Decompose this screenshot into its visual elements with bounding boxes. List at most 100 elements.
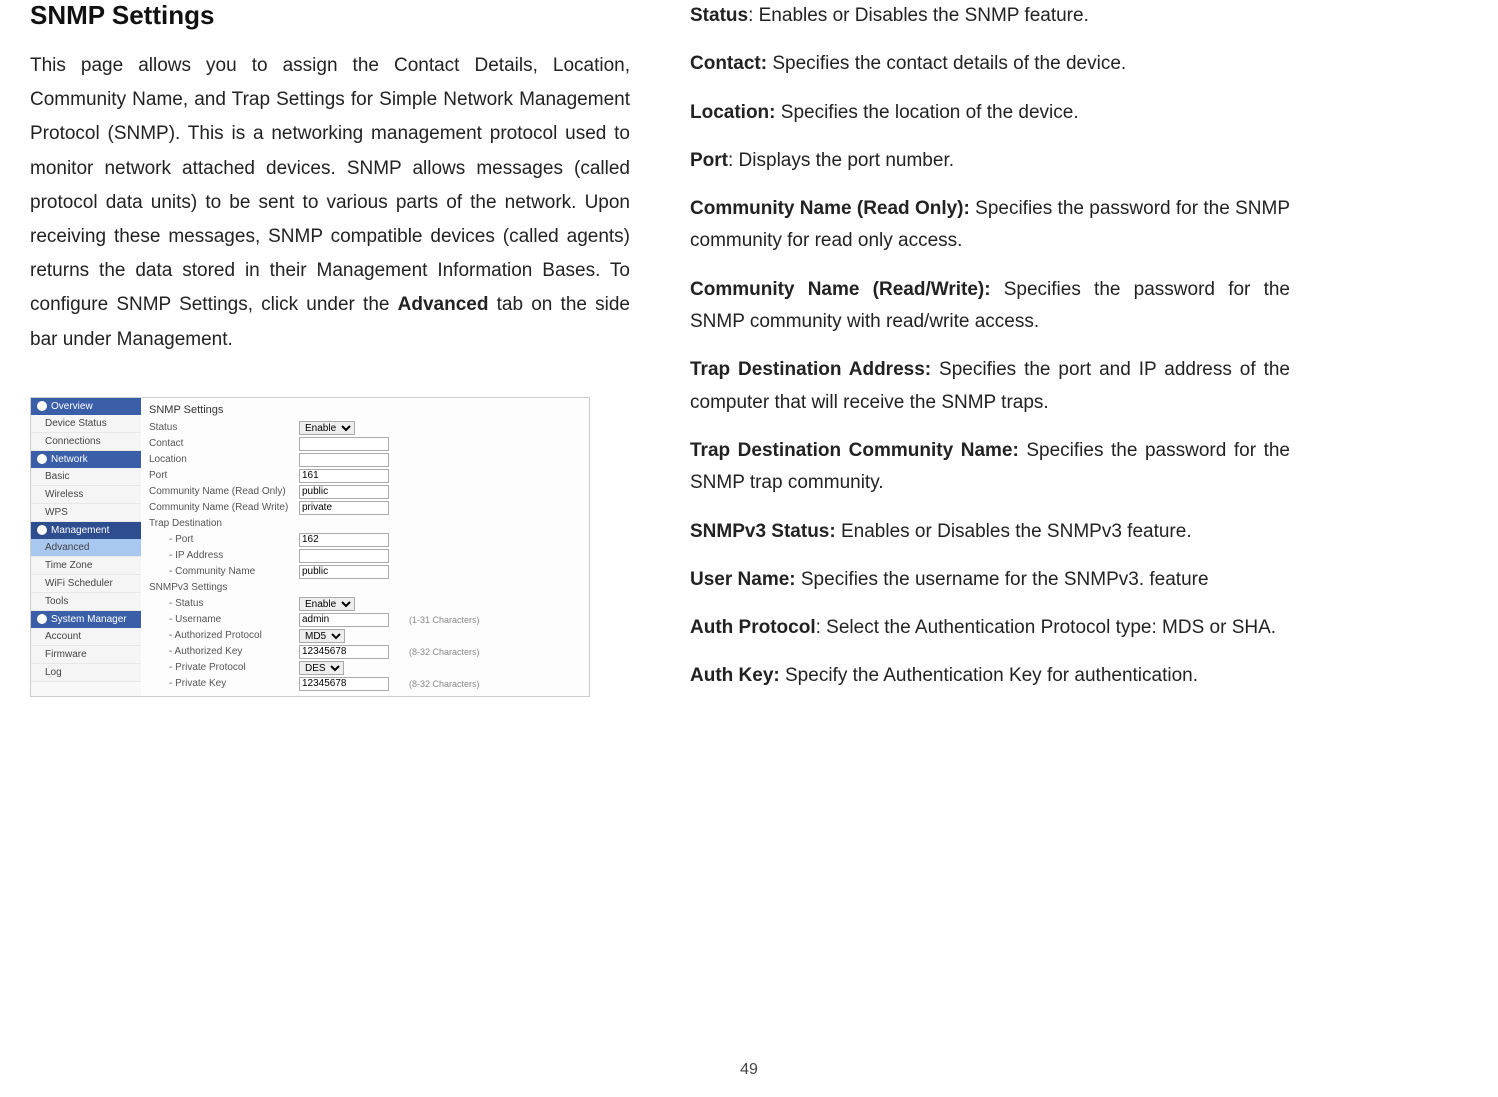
definition-term: User Name: xyxy=(690,569,796,590)
label-status: Status xyxy=(149,422,299,433)
definition-item: Trap Destination Address: Specifies the … xyxy=(690,354,1290,419)
gear-icon xyxy=(37,525,47,535)
definition-item: Trap Destination Community Name: Specifi… xyxy=(690,435,1290,500)
sidebar-item-basic[interactable]: Basic xyxy=(31,468,141,486)
note-v3-user: (1-31 Characters) xyxy=(409,615,480,625)
label-v3-status: - Status xyxy=(149,598,299,609)
sidebar-label: Overview xyxy=(51,401,93,412)
select-v3-privp[interactable]: DES xyxy=(299,661,344,675)
input-v3-privk[interactable] xyxy=(299,677,389,691)
settings-screenshot: Overview Device Status Connections Netwo… xyxy=(30,397,590,697)
label-comm-ro: Community Name (Read Only) xyxy=(149,486,299,497)
sidebar-item-account[interactable]: Account xyxy=(31,628,141,646)
row-v3-user: - Username (1-31 Characters) xyxy=(149,612,581,628)
input-trap-port[interactable] xyxy=(299,533,389,547)
sidebar-item-tools[interactable]: Tools xyxy=(31,593,141,611)
label-trap-ip: - IP Address xyxy=(149,550,299,561)
row-v3-privk: - Private Key (8-32 Characters) xyxy=(149,676,581,692)
label-v3-settings: SNMPv3 Settings xyxy=(149,582,299,593)
definition-term: Port xyxy=(690,150,728,171)
input-trap-comm[interactable] xyxy=(299,565,389,579)
definition-item: Contact: Specifies the contact details o… xyxy=(690,48,1290,80)
label-contact: Contact xyxy=(149,438,299,449)
settings-panel: SNMP Settings Status Enable Contact Loca… xyxy=(141,398,589,696)
sidebar-item-log[interactable]: Log xyxy=(31,664,141,682)
input-port[interactable] xyxy=(299,469,389,483)
definition-item: Auth Protocol: Select the Authentication… xyxy=(690,612,1290,644)
input-location[interactable] xyxy=(299,453,389,467)
definition-term: Trap Destination Community Name: xyxy=(690,440,1019,461)
page-number: 49 xyxy=(740,1061,758,1079)
sidebar-label: Management xyxy=(51,525,109,536)
sidebar-item-firmware[interactable]: Firmware xyxy=(31,646,141,664)
select-status[interactable]: Enable xyxy=(299,421,355,435)
row-trap-dest: Trap Destination xyxy=(149,516,581,532)
label-v3-authk: - Authorized Key xyxy=(149,646,299,657)
row-comm-ro: Community Name (Read Only) xyxy=(149,484,581,500)
definition-item: Community Name (Read Only): Specifies th… xyxy=(690,193,1290,258)
row-comm-rw: Community Name (Read Write) xyxy=(149,500,581,516)
row-v3-authp: - Authorized Protocol MD5 xyxy=(149,628,581,644)
sidebar-item-connections[interactable]: Connections xyxy=(31,433,141,451)
sidebar-item-wps[interactable]: WPS xyxy=(31,504,141,522)
sidebar-label: System Manager xyxy=(51,614,127,625)
select-v3-authp[interactable]: MD5 xyxy=(299,629,345,643)
sidebar-header-overview[interactable]: Overview xyxy=(31,398,141,415)
sidebar: Overview Device Status Connections Netwo… xyxy=(31,398,141,696)
definition-text: Specifies the contact details of the dev… xyxy=(767,53,1126,74)
definition-term: Contact: xyxy=(690,53,767,74)
label-v3-authp: - Authorized Protocol xyxy=(149,630,299,641)
label-trap-dest: Trap Destination xyxy=(149,518,299,529)
definition-term: Community Name (Read Only): xyxy=(690,198,970,219)
input-trap-ip[interactable] xyxy=(299,549,389,563)
sidebar-item-wifi-scheduler[interactable]: WiFi Scheduler xyxy=(31,575,141,593)
sidebar-item-advanced[interactable]: Advanced xyxy=(31,539,141,557)
select-v3-status[interactable]: Enable xyxy=(299,597,355,611)
definition-term: Auth Key: xyxy=(690,665,780,686)
input-v3-user[interactable] xyxy=(299,613,389,627)
label-trap-comm: - Community Name xyxy=(149,566,299,577)
row-contact: Contact xyxy=(149,436,581,452)
definition-item: Status: Enables or Disables the SNMP fea… xyxy=(690,0,1290,32)
definition-item: SNMPv3 Status: Enables or Disables the S… xyxy=(690,516,1290,548)
input-comm-ro[interactable] xyxy=(299,485,389,499)
definition-item: Port: Displays the port number. xyxy=(690,145,1290,177)
label-v3-user: - Username xyxy=(149,614,299,625)
sidebar-header-management[interactable]: Management xyxy=(31,522,141,539)
label-trap-port: - Port xyxy=(149,534,299,545)
intro-paragraph: This page allows you to assign the Conta… xyxy=(30,49,630,357)
row-v3-status: - Status Enable xyxy=(149,596,581,612)
note-v3-privk: (8-32 Characters) xyxy=(409,679,480,689)
row-v3-privp: - Private Protocol DES xyxy=(149,660,581,676)
row-trap-ip: - IP Address xyxy=(149,548,581,564)
intro-bold: Advanced xyxy=(398,294,489,315)
sidebar-item-timezone[interactable]: Time Zone xyxy=(31,557,141,575)
row-status: Status Enable xyxy=(149,420,581,436)
definition-text: : Displays the port number. xyxy=(728,150,954,171)
user-icon xyxy=(37,614,47,624)
sidebar-label: Network xyxy=(51,454,88,465)
sidebar-item-device-status[interactable]: Device Status xyxy=(31,415,141,433)
intro-text-1: This page allows you to assign the Conta… xyxy=(30,55,630,315)
info-icon xyxy=(37,401,47,411)
definition-term: Status xyxy=(690,5,748,26)
definition-item: Community Name (Read/Write): Specifies t… xyxy=(690,274,1290,339)
note-v3-authk: (8-32 Characters) xyxy=(409,647,480,657)
input-v3-authk[interactable] xyxy=(299,645,389,659)
label-location: Location xyxy=(149,454,299,465)
definition-text: : Select the Authentication Protocol typ… xyxy=(816,617,1276,638)
input-comm-rw[interactable] xyxy=(299,501,389,515)
right-column: Status: Enables or Disables the SNMP fea… xyxy=(690,0,1290,709)
section-title: SNMP Settings xyxy=(30,0,630,31)
network-icon xyxy=(37,454,47,464)
sidebar-header-system[interactable]: System Manager xyxy=(31,611,141,628)
sidebar-item-wireless[interactable]: Wireless xyxy=(31,486,141,504)
definition-item: User Name: Specifies the username for th… xyxy=(690,564,1290,596)
row-v3-authk: - Authorized Key (8-32 Characters) xyxy=(149,644,581,660)
input-contact[interactable] xyxy=(299,437,389,451)
label-v3-privk: - Private Key xyxy=(149,678,299,689)
row-trap-port: - Port xyxy=(149,532,581,548)
sidebar-header-network[interactable]: Network xyxy=(31,451,141,468)
definition-text: Specifies the location of the device. xyxy=(776,102,1079,123)
definition-term: Trap Destination Address: xyxy=(690,359,931,380)
